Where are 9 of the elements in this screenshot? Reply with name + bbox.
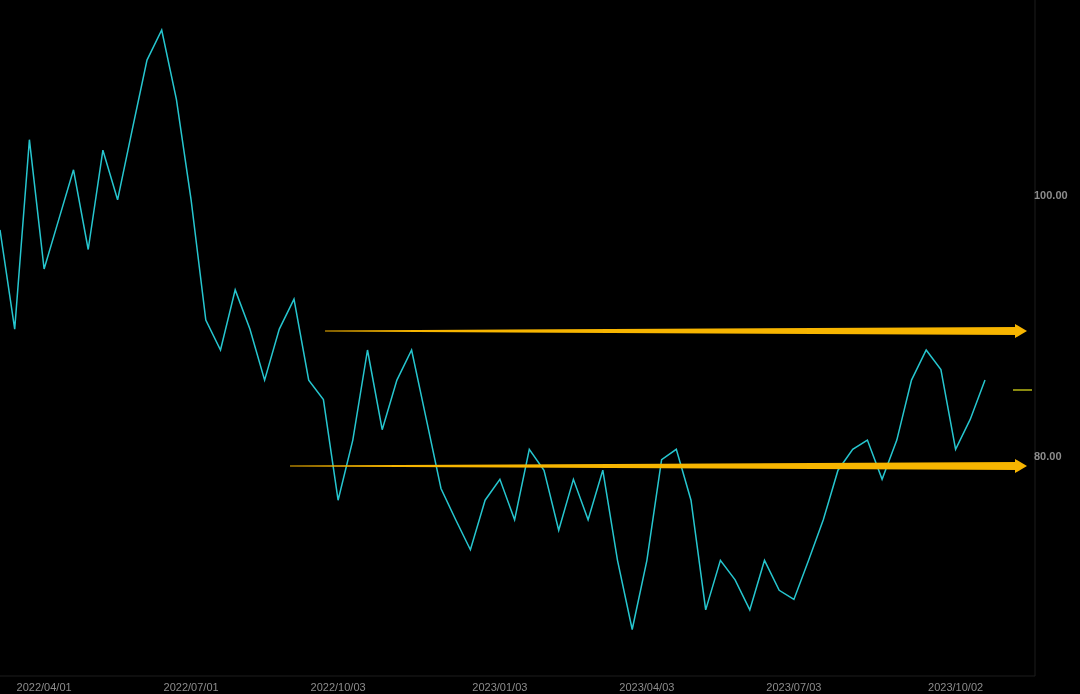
x-tick-label: 2022/07/01 bbox=[163, 681, 219, 693]
x-tick-label: 2023/01/03 bbox=[472, 681, 528, 693]
x-tick-label: 2022/04/01 bbox=[16, 681, 72, 693]
x-tick-label: 2023/07/03 bbox=[766, 681, 822, 693]
x-tick-label: 2023/04/03 bbox=[619, 681, 675, 693]
y-tick-label: 100.00 bbox=[1034, 188, 1068, 201]
y-tick-label: 80.00 bbox=[1034, 449, 1062, 462]
x-tick-label: 2022/10/03 bbox=[310, 681, 366, 693]
x-tick-label: 2023/10/02 bbox=[928, 681, 984, 693]
